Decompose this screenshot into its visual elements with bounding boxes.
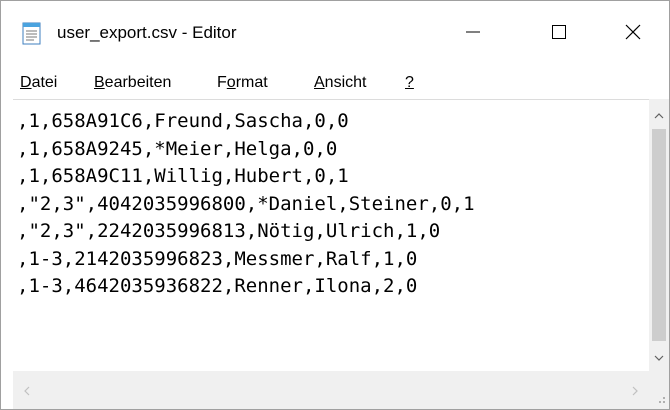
menu-bearbeiten[interactable]: Bearbeiten (94, 74, 171, 92)
chevron-down-icon (654, 347, 664, 366)
chevron-right-icon (631, 381, 639, 400)
maximize-icon (551, 24, 567, 44)
menu-help[interactable]: ? (405, 74, 414, 92)
minimize-button[interactable] (445, 1, 501, 67)
text-line: ,1-3,2142035996823,Messmer,Ralf,1,0 (17, 247, 418, 270)
menu-datei[interactable]: Datei (20, 74, 57, 92)
minimize-icon (465, 24, 481, 44)
scroll-left-button[interactable] (17, 379, 37, 401)
resize-grip[interactable] (649, 371, 669, 409)
text-line: ,"2,3",4042035996800,*Daniel,Steiner,0,1 (17, 192, 475, 215)
text-content[interactable]: ,1,658A91C6,Freund,Sascha,0,0 ,1,658A9245… (17, 108, 475, 301)
vertical-scrollbar[interactable] (649, 99, 669, 371)
text-line: ,"2,3",2242035996813,Nötig,Ulrich,1,0 (17, 220, 441, 242)
menu-format[interactable]: Format (217, 74, 268, 92)
maximize-button[interactable] (531, 1, 587, 67)
text-line: ,1,658A9C11,Willig,Hubert,0,1 (17, 165, 349, 187)
text-line: ,1,658A91C6,Freund,Sascha,0,0 (17, 110, 349, 132)
vertical-scroll-thumb[interactable] (652, 129, 666, 341)
scroll-down-button[interactable] (649, 345, 669, 367)
scroll-right-button[interactable] (625, 379, 645, 401)
chevron-up-icon (654, 105, 664, 124)
text-line: ,1,658A9245,*Meier,Helga,0,0 (17, 137, 338, 160)
text-editor-area[interactable]: ,1,658A91C6,Freund,Sascha,0,0 ,1,658A9245… (13, 99, 649, 371)
notepad-app-icon[interactable] (21, 20, 43, 46)
window-title: user_export.csv - Editor (57, 23, 237, 42)
title-bar[interactable]: user_export.csv - Editor (1, 1, 669, 67)
menu-ansicht[interactable]: Ansicht (314, 74, 366, 92)
close-button[interactable] (605, 1, 661, 67)
text-line: ,1-3,4642035936822,Renner,Ilona,2,0 (17, 275, 418, 297)
chevron-left-icon (23, 381, 31, 400)
close-icon (624, 23, 642, 45)
menu-bar: Datei Bearbeiten Format Ansicht ? (1, 67, 669, 97)
notepad-window: user_export.csv - Editor Datei Bearbeite… (0, 0, 670, 410)
editor-left-margin (1, 99, 13, 409)
resize-grip-icon (649, 394, 669, 410)
scroll-up-button[interactable] (649, 103, 669, 125)
horizontal-scrollbar[interactable] (13, 371, 649, 409)
